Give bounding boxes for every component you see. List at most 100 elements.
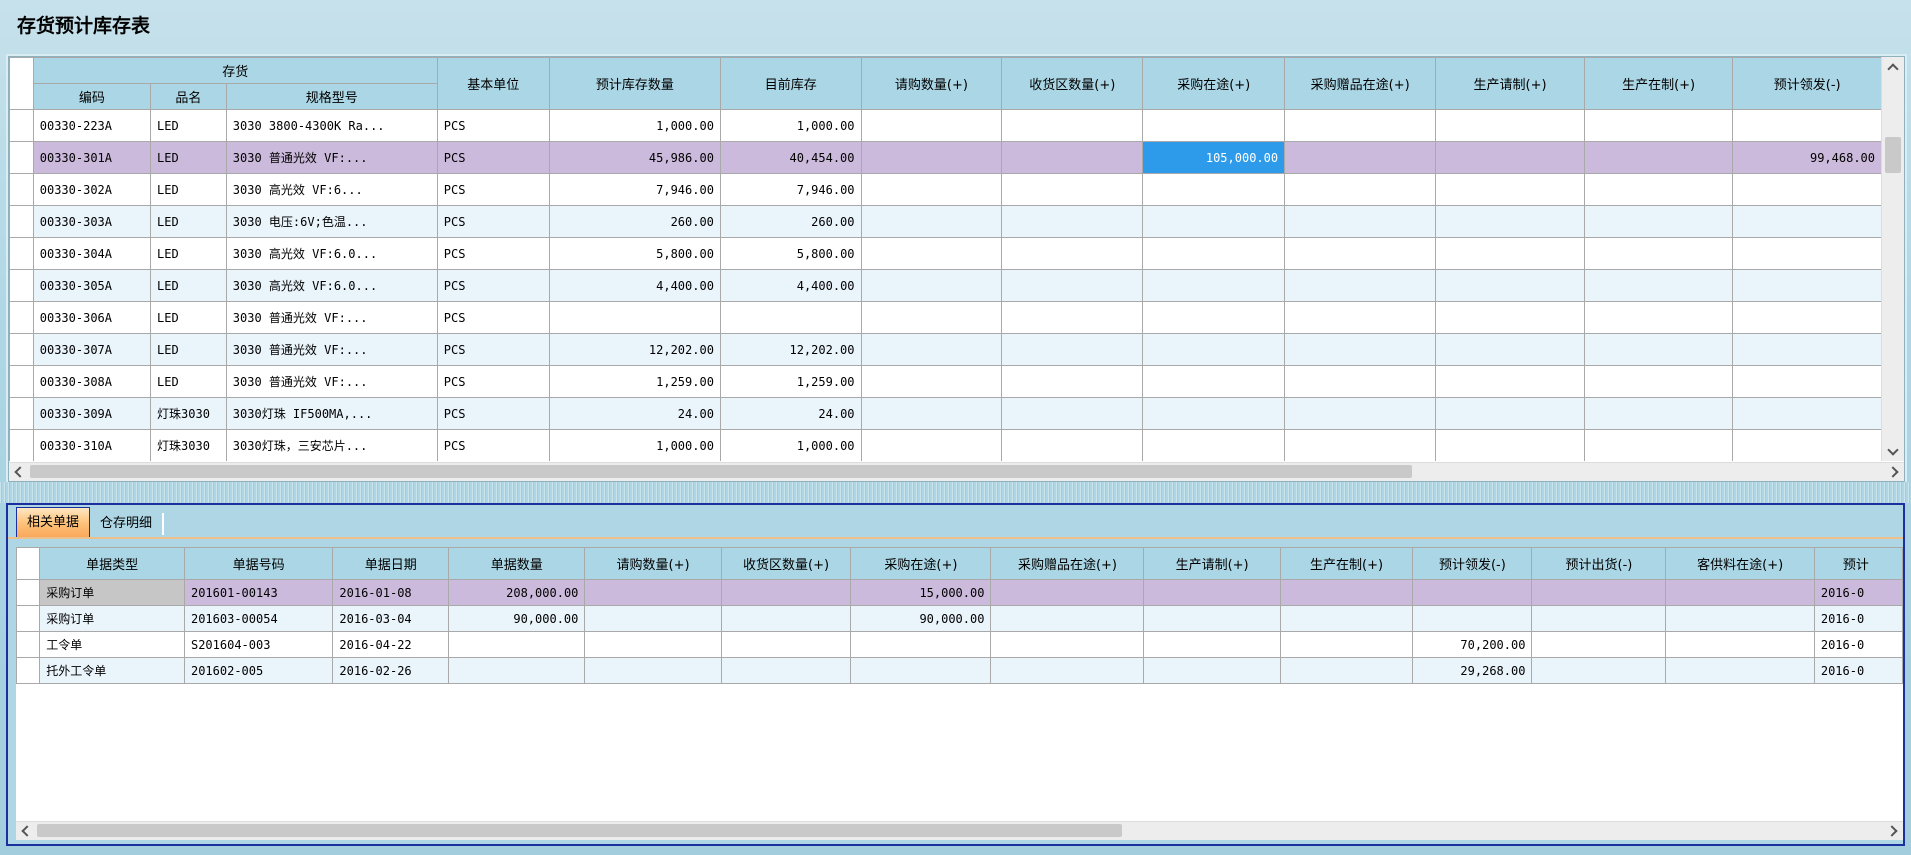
cell[interactable]: 45,986.00: [549, 142, 720, 174]
cell[interactable]: 00330-309A: [33, 398, 150, 430]
column-header[interactable]: 预计领发(-): [1733, 58, 1882, 110]
cell[interactable]: [585, 632, 721, 658]
cell[interactable]: [1144, 580, 1280, 606]
cell[interactable]: [1436, 238, 1585, 270]
panel-splitter[interactable]: [0, 482, 1911, 503]
scroll-right-button[interactable]: [1884, 463, 1904, 480]
cell[interactable]: [1002, 430, 1143, 462]
cell[interactable]: [1002, 334, 1143, 366]
horizontal-scrollbar[interactable]: [9, 462, 1904, 481]
cell[interactable]: 90,000.00: [851, 606, 991, 632]
cell[interactable]: [1436, 334, 1585, 366]
table-row[interactable]: 00330-307ALED3030 普通光效 VF:...PCS12,202.0…: [10, 334, 1882, 366]
cell[interactable]: 7,946.00: [549, 174, 720, 206]
cell[interactable]: 99,468.00: [1733, 142, 1882, 174]
cell[interactable]: [1002, 398, 1143, 430]
cell[interactable]: [1143, 334, 1285, 366]
row-indicator[interactable]: [10, 110, 34, 142]
cell[interactable]: 12,202.00: [549, 334, 720, 366]
cell[interactable]: [1733, 238, 1882, 270]
cell[interactable]: [1733, 270, 1882, 302]
cell[interactable]: [585, 606, 721, 632]
cell[interactable]: 7,946.00: [720, 174, 861, 206]
horizontal-scrollbar-thumb[interactable]: [30, 465, 1412, 478]
cell[interactable]: 00330-305A: [33, 270, 150, 302]
cell[interactable]: [1733, 398, 1882, 430]
cell[interactable]: [1143, 366, 1285, 398]
cell[interactable]: PCS: [437, 206, 549, 238]
cell[interactable]: PCS: [437, 366, 549, 398]
cell[interactable]: 90,000.00: [449, 606, 585, 632]
cell[interactable]: [861, 366, 1002, 398]
cell[interactable]: 4,400.00: [720, 270, 861, 302]
table-row[interactable]: 00330-309A灯珠30303030灯珠 IF500MA,...PCS24.…: [10, 398, 1882, 430]
cell[interactable]: 3030灯珠，三安芯片...: [226, 430, 437, 462]
cell[interactable]: [1584, 206, 1733, 238]
cell[interactable]: [1002, 142, 1143, 174]
documents-horizontal-scrollbar[interactable]: [16, 821, 1903, 840]
row-indicator-header[interactable]: [10, 58, 34, 110]
column-header[interactable]: 基本单位: [437, 58, 549, 110]
row-indicator[interactable]: [10, 206, 34, 238]
cell[interactable]: LED: [151, 238, 227, 270]
cell[interactable]: 40,454.00: [720, 142, 861, 174]
cell[interactable]: 00330-310A: [33, 430, 150, 462]
cell[interactable]: 5,800.00: [549, 238, 720, 270]
cell[interactable]: S201604-003: [184, 632, 332, 658]
cell[interactable]: [1436, 366, 1585, 398]
cell[interactable]: [1285, 174, 1436, 206]
column-header[interactable]: 目前库存: [720, 58, 861, 110]
cell[interactable]: [1144, 632, 1280, 658]
cell[interactable]: [1532, 632, 1666, 658]
table-row[interactable]: 00330-305ALED3030 高光效 VF:6.0...PCS4,400.…: [10, 270, 1882, 302]
row-indicator[interactable]: [10, 398, 34, 430]
cell[interactable]: [1666, 632, 1814, 658]
column-header[interactable]: 品名: [151, 84, 227, 110]
cell[interactable]: [1733, 206, 1882, 238]
cell[interactable]: [1285, 142, 1436, 174]
cell[interactable]: [1285, 110, 1436, 142]
cell[interactable]: [991, 632, 1144, 658]
table-row[interactable]: 采购订单201603-000542016-03-0490,000.0090,00…: [17, 606, 1903, 632]
cell[interactable]: [1285, 270, 1436, 302]
cell[interactable]: 采购订单: [40, 580, 185, 606]
scroll-up-button[interactable]: [1882, 57, 1904, 77]
cell[interactable]: LED: [151, 302, 227, 334]
cell[interactable]: LED: [151, 270, 227, 302]
cell[interactable]: PCS: [437, 398, 549, 430]
cell[interactable]: 1,000.00: [549, 110, 720, 142]
cell[interactable]: [1436, 430, 1585, 462]
cell[interactable]: [1584, 174, 1733, 206]
column-header[interactable]: 预计库存数量: [549, 58, 720, 110]
documents-scrollbar-thumb[interactable]: [37, 824, 1122, 837]
table-row[interactable]: 托外工令单201602-0052016-02-2629,268.002016-0: [17, 658, 1903, 684]
vertical-scrollbar-thumb[interactable]: [1885, 137, 1901, 173]
cell[interactable]: [1733, 334, 1882, 366]
scroll-left-button[interactable]: [9, 463, 29, 480]
cell[interactable]: [1002, 110, 1143, 142]
vertical-scrollbar[interactable]: [1881, 57, 1904, 461]
row-indicator[interactable]: [17, 606, 40, 632]
cell[interactable]: [1002, 206, 1143, 238]
table-row[interactable]: 00330-310A灯珠30303030灯珠，三安芯片...PCS1,000.0…: [10, 430, 1882, 462]
row-indicator[interactable]: [17, 658, 40, 684]
cell[interactable]: [1413, 580, 1532, 606]
cell[interactable]: [1285, 430, 1436, 462]
cell[interactable]: [1143, 398, 1285, 430]
cell[interactable]: 201601-00143: [184, 580, 332, 606]
cell[interactable]: 00330-301A: [33, 142, 150, 174]
column-header[interactable]: 预计出货(-): [1532, 548, 1666, 580]
cell[interactable]: [1280, 632, 1413, 658]
cell[interactable]: 260.00: [720, 206, 861, 238]
cell[interactable]: PCS: [437, 302, 549, 334]
cell[interactable]: 00330-306A: [33, 302, 150, 334]
cell[interactable]: 3030 普通光效 VF:...: [226, 302, 437, 334]
cell[interactable]: 105,000.00: [1143, 142, 1285, 174]
cell[interactable]: [1413, 606, 1532, 632]
cell[interactable]: [585, 580, 721, 606]
cell[interactable]: LED: [151, 334, 227, 366]
cell[interactable]: [1143, 110, 1285, 142]
cell[interactable]: [861, 334, 1002, 366]
cell[interactable]: [861, 430, 1002, 462]
cell[interactable]: [1666, 580, 1814, 606]
